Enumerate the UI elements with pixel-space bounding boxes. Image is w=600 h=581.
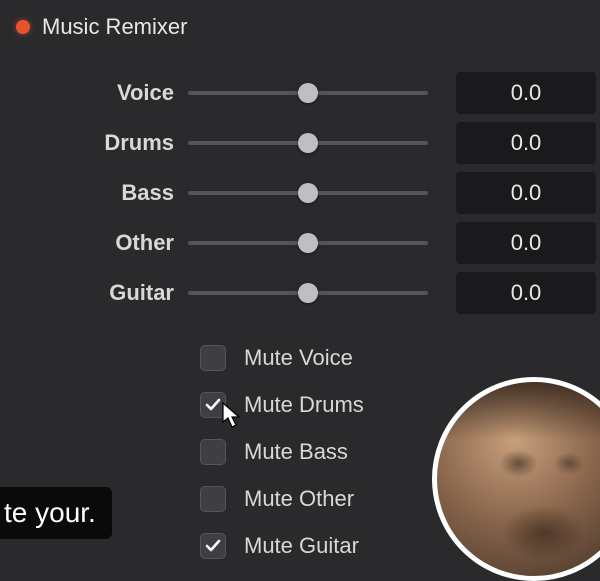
slider-label: Voice: [0, 80, 188, 106]
mute-voice-checkbox[interactable]: [200, 345, 226, 371]
mute-drums-label: Mute Drums: [244, 392, 364, 418]
mute-bass-label: Mute Bass: [244, 439, 348, 465]
slider-thumb-icon[interactable]: [298, 183, 318, 203]
slider-label: Other: [0, 230, 188, 256]
drums-slider[interactable]: [188, 133, 428, 153]
slider-label: Bass: [0, 180, 188, 206]
checkmark-icon: [204, 396, 222, 414]
other-slider[interactable]: [188, 233, 428, 253]
slider-thumb-icon[interactable]: [298, 283, 318, 303]
mute-other-checkbox[interactable]: [200, 486, 226, 512]
slider-row-bass: Bass 0.0: [0, 168, 600, 218]
voice-value[interactable]: 0.0: [456, 72, 596, 114]
mute-guitar-label: Mute Guitar: [244, 533, 359, 559]
other-value[interactable]: 0.0: [456, 222, 596, 264]
panel-header: Music Remixer: [0, 0, 600, 48]
drums-value[interactable]: 0.0: [456, 122, 596, 164]
slider-row-guitar: Guitar 0.0: [0, 268, 600, 318]
sliders-group: Voice 0.0 Drums 0.0 Bass 0.0 Other 0.0 G…: [0, 48, 600, 328]
slider-thumb-icon[interactable]: [298, 133, 318, 153]
presenter-avatar: [432, 377, 600, 581]
slider-row-other: Other 0.0: [0, 218, 600, 268]
enable-dot-icon[interactable]: [16, 20, 30, 34]
mute-bass-checkbox[interactable]: [200, 439, 226, 465]
slider-thumb-icon[interactable]: [298, 233, 318, 253]
guitar-value[interactable]: 0.0: [456, 272, 596, 314]
mute-drums-checkbox[interactable]: [200, 392, 226, 418]
bass-value[interactable]: 0.0: [456, 172, 596, 214]
mute-guitar-checkbox[interactable]: [200, 533, 226, 559]
slider-row-drums: Drums 0.0: [0, 118, 600, 168]
voice-slider[interactable]: [188, 83, 428, 103]
slider-label: Drums: [0, 130, 188, 156]
guitar-slider[interactable]: [188, 283, 428, 303]
bass-slider[interactable]: [188, 183, 428, 203]
slider-thumb-icon[interactable]: [298, 83, 318, 103]
mute-voice-label: Mute Voice: [244, 345, 353, 371]
check-row-voice: Mute Voice: [0, 334, 600, 381]
mute-other-label: Mute Other: [244, 486, 354, 512]
slider-label: Guitar: [0, 280, 188, 306]
slider-row-voice: Voice 0.0: [0, 68, 600, 118]
caption-overlay: te your.: [0, 487, 112, 539]
checkmark-icon: [204, 537, 222, 555]
panel-title: Music Remixer: [42, 14, 187, 40]
